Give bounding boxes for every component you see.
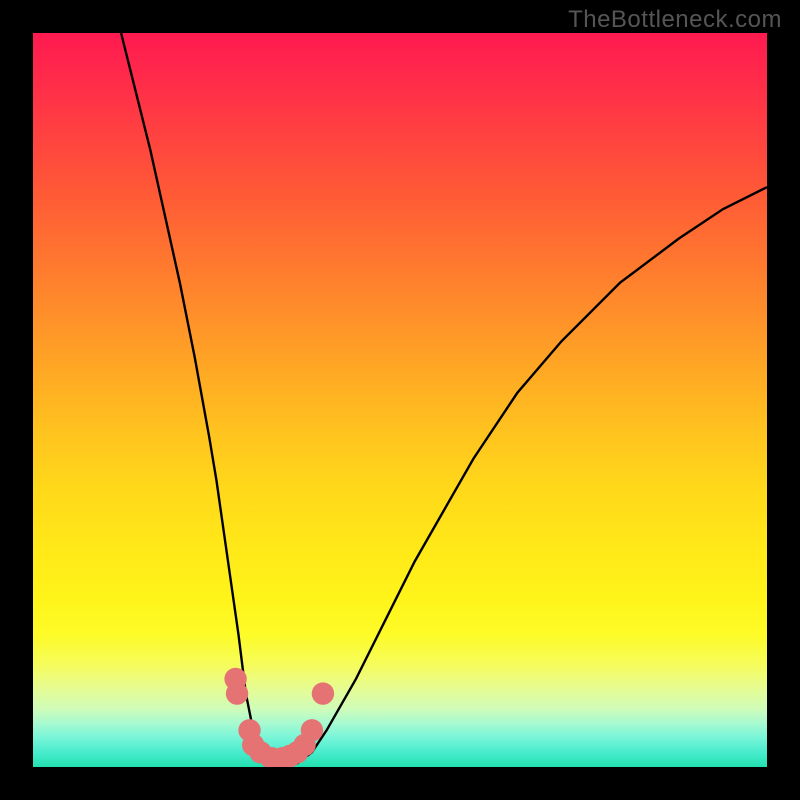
curve-right (283, 187, 767, 767)
data-marker (312, 682, 334, 704)
chart-frame: TheBottleneck.com (0, 0, 800, 800)
curves-group (121, 33, 767, 767)
markers-group (224, 668, 334, 767)
data-marker (226, 682, 248, 704)
watermark-text: TheBottleneck.com (568, 6, 782, 34)
curve-svg (33, 33, 767, 767)
data-marker (301, 719, 323, 741)
curve-left (121, 33, 282, 767)
plot-area (33, 33, 767, 767)
